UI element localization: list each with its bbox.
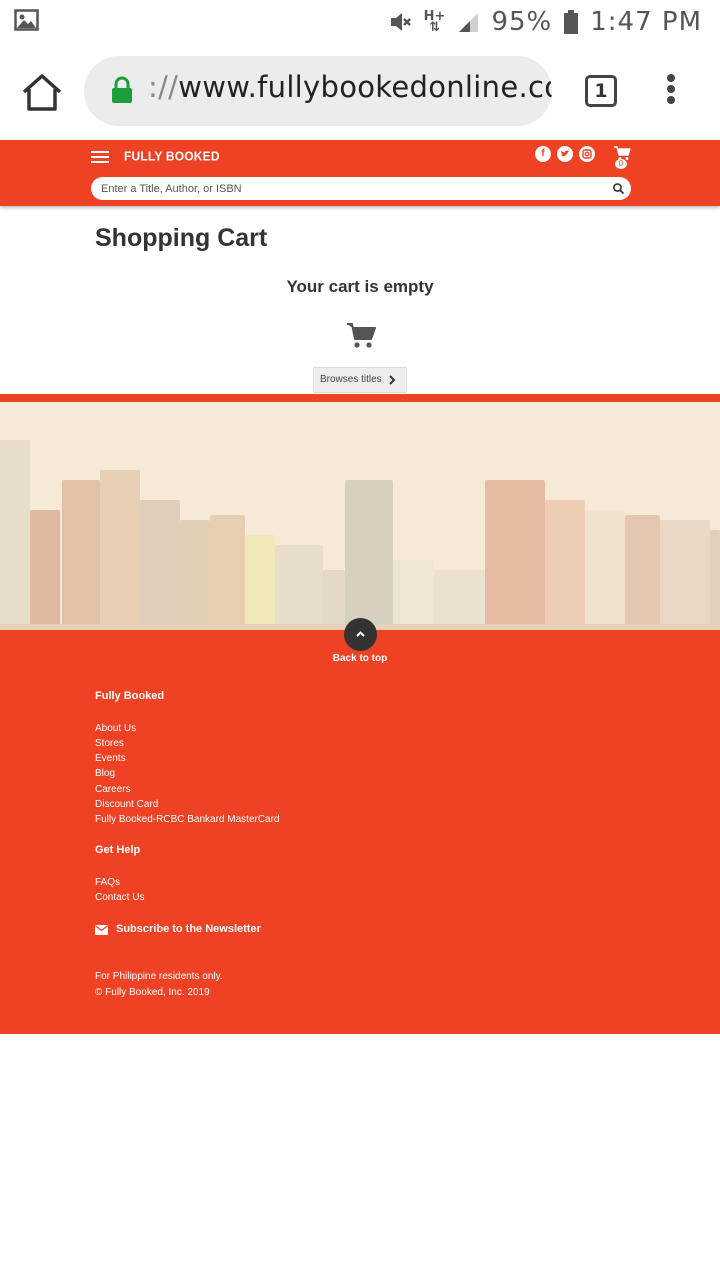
twitter-icon[interactable] [557,146,573,162]
url-text: ://www.fullybookedonline.com [148,70,552,104]
signal-icon [459,13,479,32]
home-icon[interactable] [20,72,64,112]
newsletter-link[interactable]: Subscribe to the Newsletter [95,923,261,935]
tab-switcher-button[interactable]: 1 [585,75,617,107]
address-bar[interactable]: ://www.fullybookedonline.com [84,56,552,126]
lock-icon [112,76,132,103]
search-icon[interactable] [612,182,625,195]
page-title: Shopping Cart [95,224,268,252]
status-icons: H+ ⇅ 95% 1:47 PM [388,4,702,40]
newsletter-label: Subscribe to the Newsletter [116,923,261,935]
footer-link-contact-us[interactable]: Contact Us [95,892,144,903]
browser-toolbar: ://www.fullybookedonline.com 1 [0,44,720,140]
hamburger-icon[interactable] [91,151,109,163]
footer-heading-fully-booked: Fully Booked [95,690,165,702]
footer-link-blog[interactable]: Blog [95,768,115,779]
cart-icon [347,323,376,348]
footer-link-faqs[interactable]: FAQs [95,877,120,888]
footer-link-stores[interactable]: Stores [95,738,124,749]
site-logo[interactable]: FULLY BOOKED [124,148,220,163]
mute-icon [390,13,411,31]
empty-cart-message: Your cart is empty [286,277,434,296]
cart-count-badge: 0 [615,159,627,169]
browse-titles-label: Browses titles [320,374,382,385]
facebook-icon[interactable]: f [535,146,551,162]
footer-link-about-us[interactable]: About Us [95,723,136,734]
envelope-icon [95,925,108,935]
instagram-icon[interactable] [579,146,595,162]
browse-titles-button[interactable]: Browses titles [313,367,407,393]
chevron-up-icon [356,631,365,637]
back-to-top-label[interactable]: Back to top [0,653,720,664]
network-type: H+ ⇅ [423,9,446,35]
status-bar: H+ ⇅ 95% 1:47 PM [0,0,720,44]
clock: 1:47 PM [590,7,702,37]
overflow-menu-icon[interactable] [664,74,678,110]
battery-percent: 95% [491,7,553,37]
gallery-icon [14,9,39,31]
footer-link-rcbc-mastercard[interactable]: Fully Booked-RCBC Bankard MasterCard [95,814,280,825]
search-bar [91,177,631,200]
footer-link-events[interactable]: Events [95,753,126,764]
footer-link-careers[interactable]: Careers [95,784,131,795]
chevron-right-icon [389,375,396,385]
footer-link-discount-card[interactable]: Discount Card [95,799,158,810]
books-banner-image [0,394,720,630]
footer-heading-get-help: Get Help [95,844,141,856]
copyright-text: © Fully Booked, Inc. 2019 [95,987,210,998]
site-header: FULLY BOOKED f 0 [0,140,720,206]
search-input[interactable] [101,179,591,198]
site-footer: Back to top Fully Booked About Us Stores… [0,618,720,1034]
residency-note: For Philippine residents only. [95,971,223,982]
battery-icon [564,10,579,34]
back-to-top-button[interactable] [344,618,377,651]
